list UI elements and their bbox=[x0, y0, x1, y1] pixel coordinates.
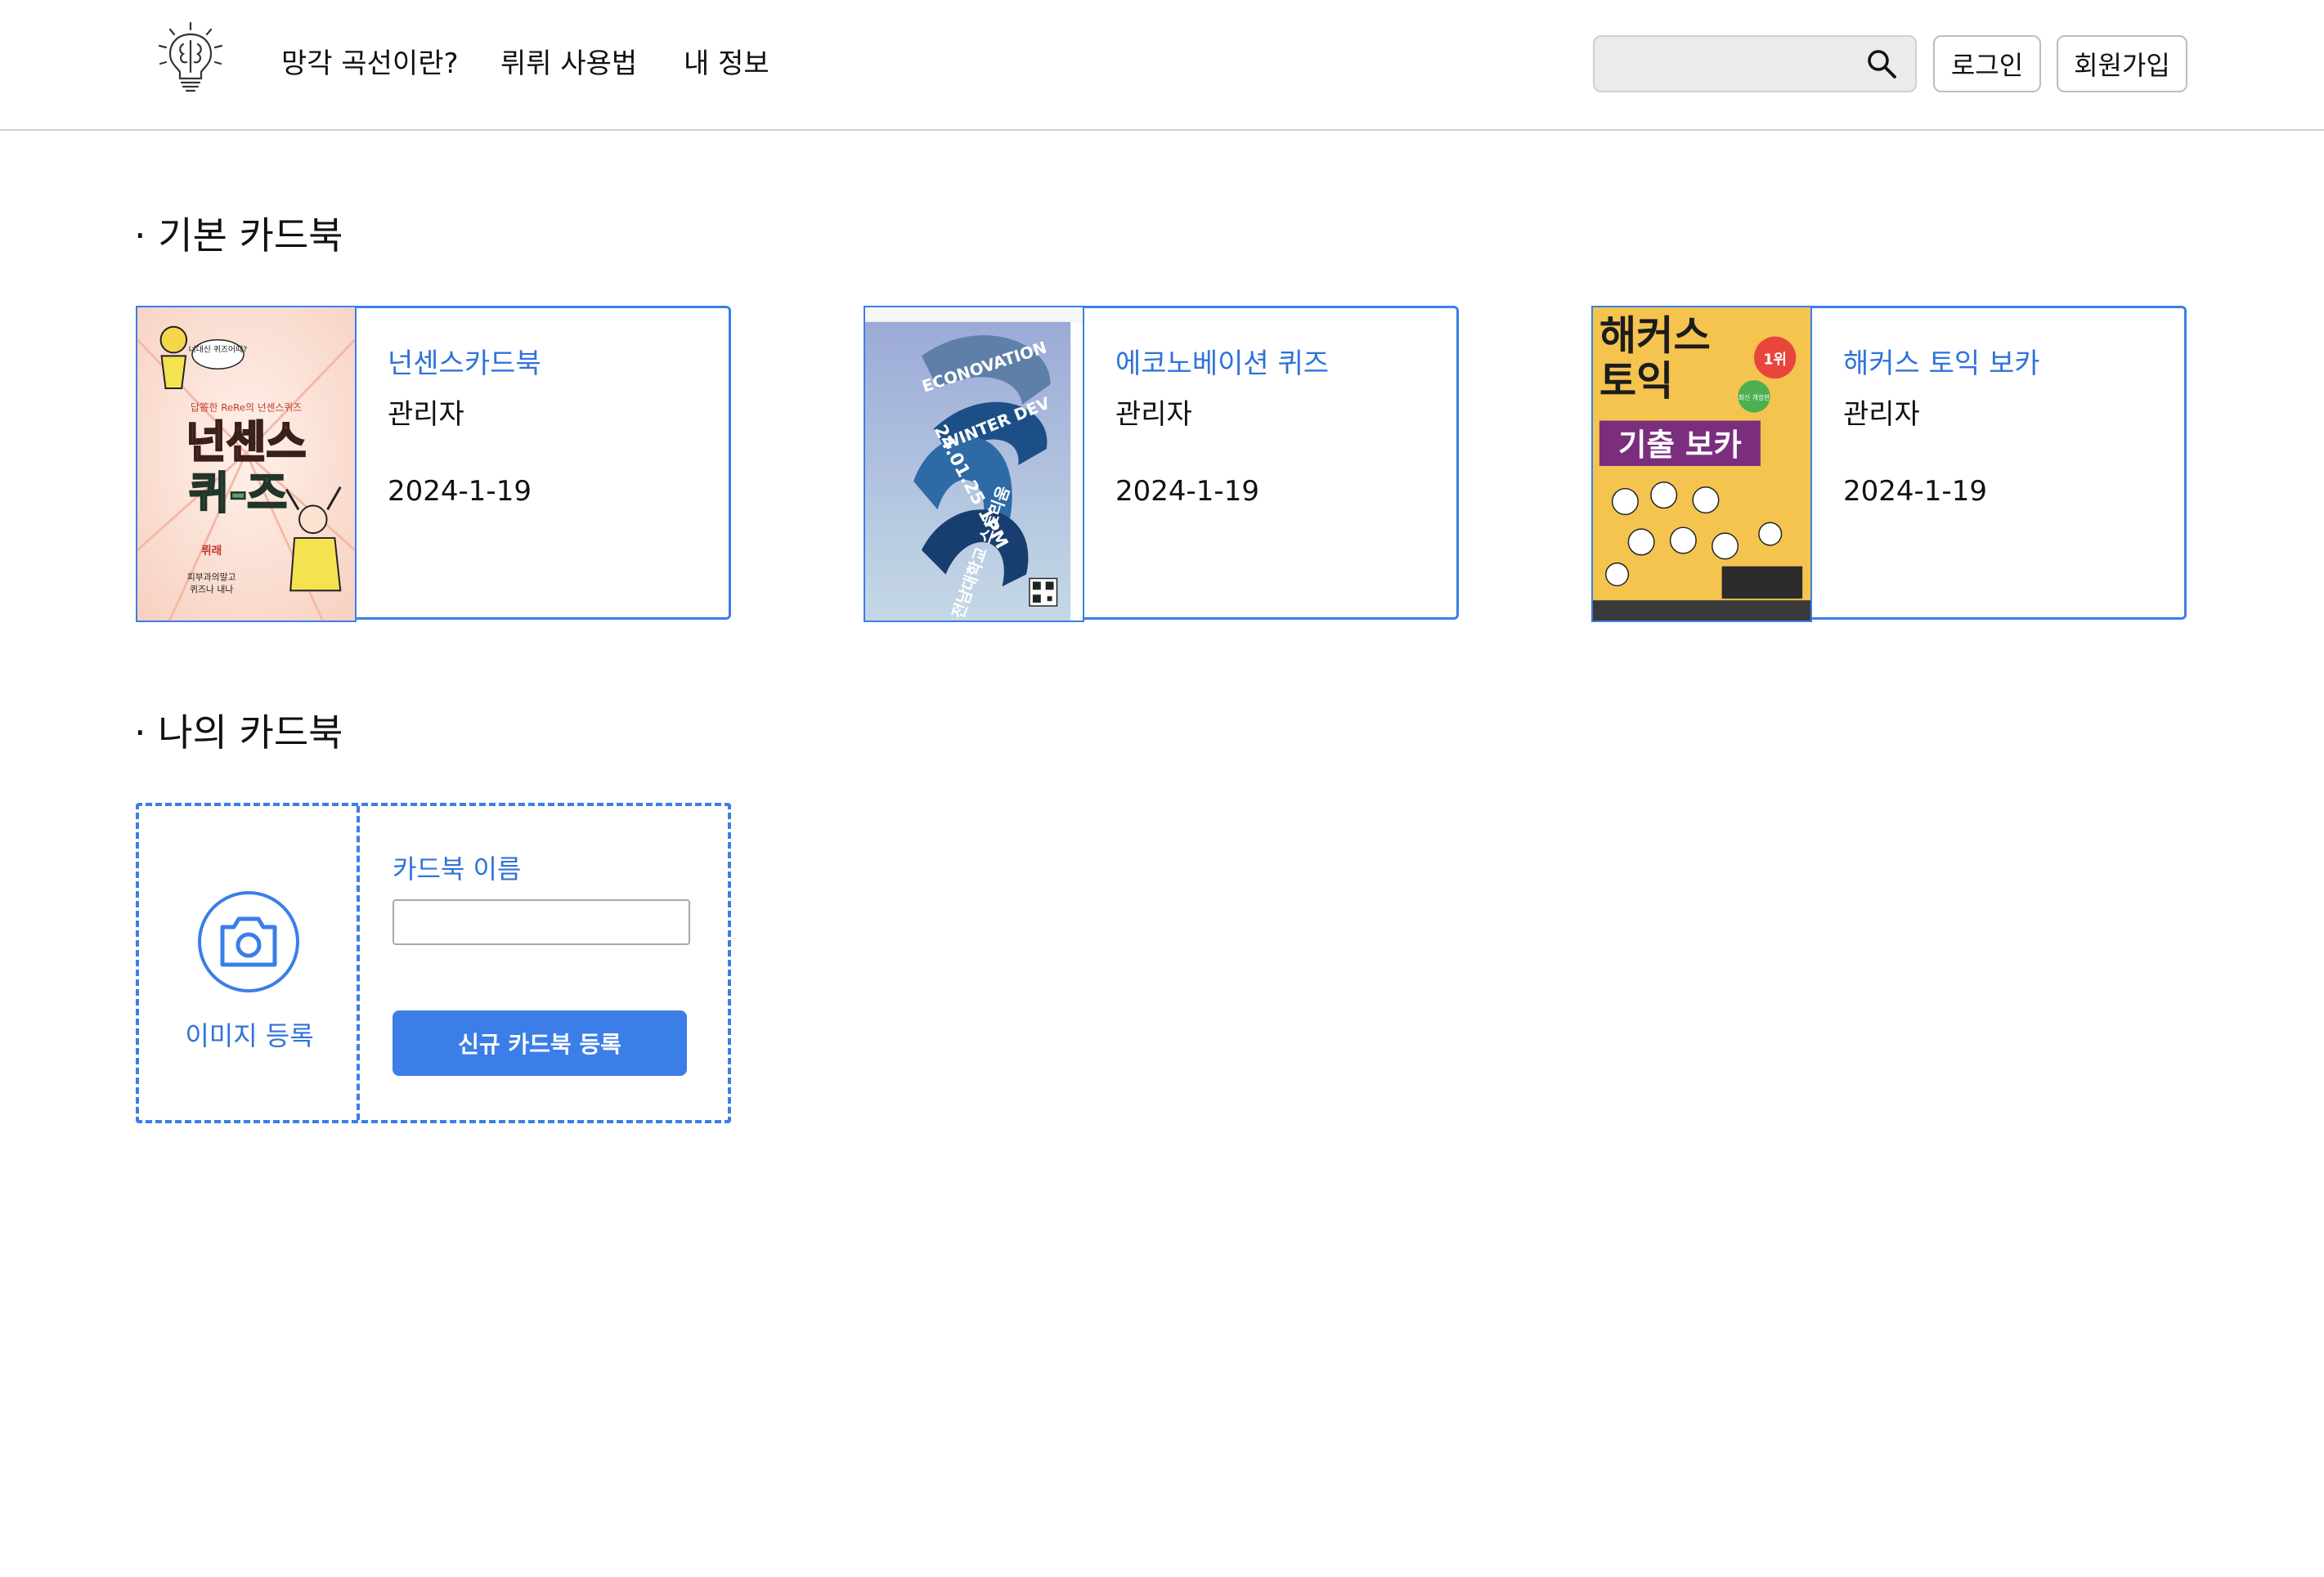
my-cardbook-heading: · 나의 카드북 bbox=[134, 710, 343, 755]
search-box bbox=[1593, 35, 1917, 92]
login-button[interactable]: 로그인 bbox=[1933, 35, 2041, 92]
cardbook-date: 2024-1-19 bbox=[1843, 475, 1987, 508]
signup-button[interactable]: 회원가입 bbox=[2057, 35, 2187, 92]
cardbook-title[interactable]: 넌센스카드북 bbox=[388, 341, 541, 381]
cardbook-date: 2024-1-19 bbox=[1115, 475, 1259, 508]
cover-title-line2: 퀴-즈 bbox=[189, 468, 287, 518]
cover-footer-line1: 피부과의말고 bbox=[187, 571, 236, 582]
cardbook-cover-image: ECONOVATION WINTER DEV 24.01.25 1PM 전남대학… bbox=[864, 306, 1084, 622]
cardbook-cover-image: 너대신 퀴즈어때? 답答한 ReRe의 넌센스퀴즈 넌센스 퀴-즈 뤼래 피부과… bbox=[136, 306, 357, 622]
image-upload-area[interactable]: 이미지 등록 bbox=[139, 806, 360, 1120]
cardbook-owner: 관리자 bbox=[1843, 398, 1920, 431]
cover-badge: 1위 bbox=[1763, 351, 1787, 368]
create-cardbook-button[interactable]: 신규 카드북 등록 bbox=[393, 1010, 687, 1076]
cover-title-line1: 해커스 bbox=[1599, 311, 1711, 359]
nav-forgetting-curve[interactable]: 망각 곡선이란? bbox=[281, 41, 459, 81]
cardbook-owner: 관리자 bbox=[1115, 398, 1192, 431]
cardbook-name-input[interactable] bbox=[393, 899, 690, 945]
cardbook-title[interactable]: 에코노베이션 퀴즈 bbox=[1115, 341, 1329, 381]
cover-brand: 뤼래 bbox=[201, 544, 222, 558]
cardbook-card[interactable]: 해커스 토익 1위 최신 개정판 기출 보카 해커스 토익 보카 관리자 202… bbox=[1591, 306, 2187, 622]
cardbook-cover-image: 해커스 토익 1위 최신 개정판 기출 보카 bbox=[1591, 306, 1812, 622]
cardbook-card[interactable]: ECONOVATION WINTER DEV 24.01.25 1PM 전남대학… bbox=[864, 306, 1459, 622]
lightbulb-brain-icon[interactable] bbox=[155, 21, 226, 93]
image-upload-label[interactable]: 이미지 등록 bbox=[139, 1015, 360, 1053]
cardbook-owner: 관리자 bbox=[388, 398, 464, 431]
cardbook-date: 2024-1-19 bbox=[388, 475, 532, 508]
cover-subtitle: 기출 보카 bbox=[1618, 427, 1742, 463]
cover-title-line2: 토익 bbox=[1599, 357, 1674, 405]
cardbook-name-label: 카드북 이름 bbox=[393, 853, 522, 885]
cover-bubble-text: 너대신 퀴즈어때? bbox=[189, 344, 248, 354]
nav-my-info[interactable]: 내 정보 bbox=[684, 41, 769, 81]
search-input[interactable] bbox=[1606, 45, 1851, 83]
basic-cardbook-heading: · 기본 카드북 bbox=[134, 213, 343, 258]
cover-title-line1: 넌센스 bbox=[186, 417, 307, 468]
search-icon[interactable] bbox=[1866, 48, 1897, 79]
cover-footer-line2: 퀴즈나 내나 bbox=[190, 584, 233, 594]
top-navbar: 망각 곡선이란? 뤼뤼 사용법 내 정보 로그인 회원가입 bbox=[0, 0, 2324, 131]
cover-tagline: 답答한 ReRe의 넌센스퀴즈 bbox=[191, 402, 302, 414]
camera-icon[interactable] bbox=[198, 891, 299, 992]
nav-how-to-use[interactable]: 뤼뤼 사용법 bbox=[500, 41, 637, 81]
cardbook-title[interactable]: 해커스 토익 보카 bbox=[1843, 341, 2040, 381]
cover-badge-2: 최신 개정판 bbox=[1739, 393, 1770, 401]
new-cardbook-form: 이미지 등록 카드북 이름 신규 카드북 등록 bbox=[136, 803, 731, 1123]
cardbook-card[interactable]: 너대신 퀴즈어때? 답答한 ReRe의 넌센스퀴즈 넌센스 퀴-즈 뤼래 피부과… bbox=[136, 306, 731, 622]
